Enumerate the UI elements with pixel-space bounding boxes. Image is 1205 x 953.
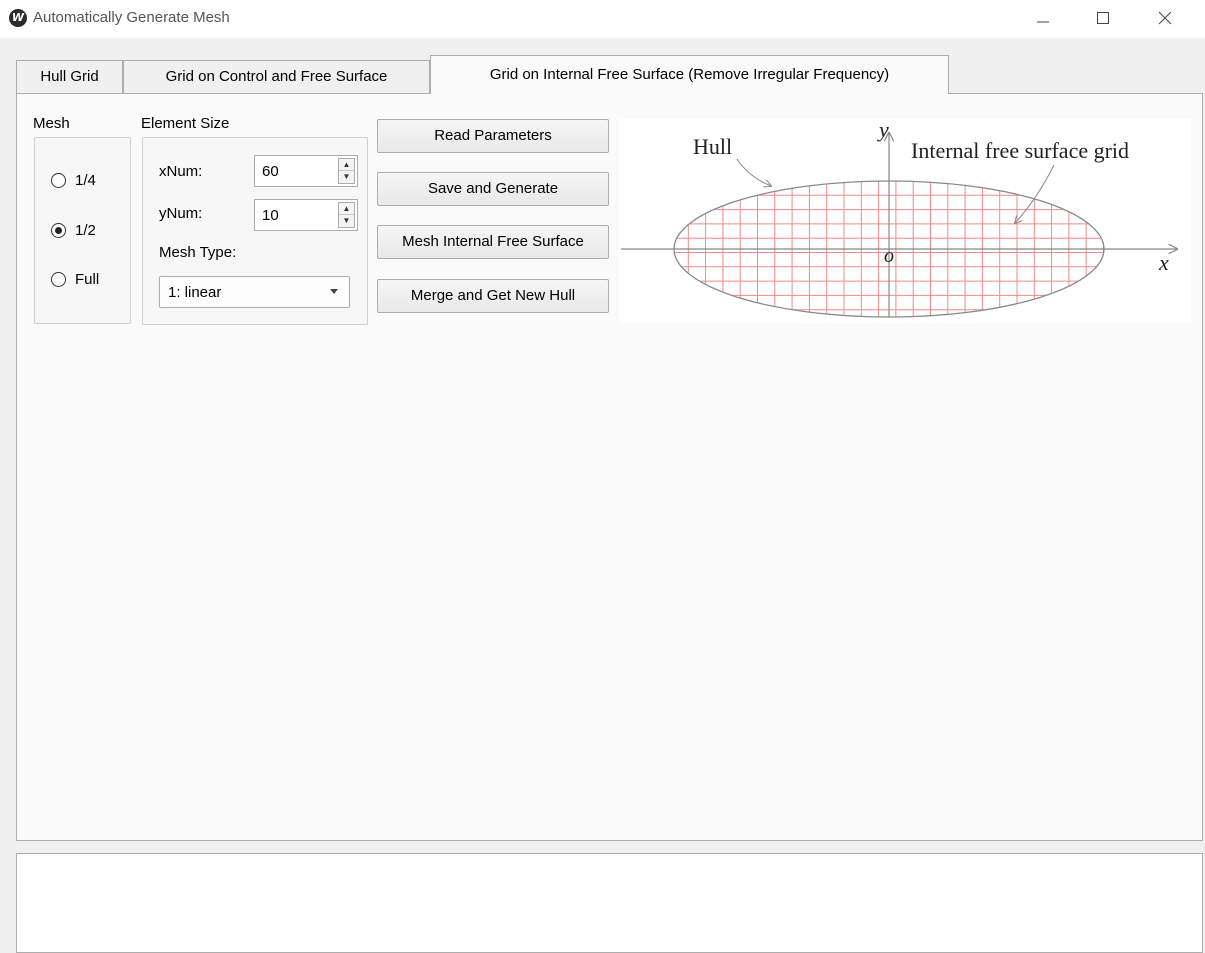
tab-grid-control-free-surface[interactable]: Grid on Control and Free Surface — [123, 60, 430, 93]
window-title: Automatically Generate Mesh — [33, 9, 230, 26]
origin-label: o — [884, 245, 894, 267]
radio-full[interactable]: Full — [51, 271, 99, 288]
internal-free-surface-diagram: Hull Internal free surface grid x y o — [619, 119, 1191, 323]
radio-button-checked[interactable] — [51, 223, 66, 238]
chevron-down-icon — [330, 289, 338, 294]
tab-hull-grid[interactable]: Hull Grid — [16, 60, 123, 93]
app-window: W Automatically Generate Mesh Hull Grid … — [0, 0, 1205, 953]
hull-label: Hull — [693, 134, 732, 159]
minimize-icon — [1037, 21, 1049, 23]
radio-full-label: Full — [75, 271, 100, 288]
spin-down-icon[interactable]: ▼ — [339, 171, 354, 183]
spin-down-icon[interactable]: ▼ — [339, 215, 354, 227]
close-button[interactable] — [1142, 0, 1188, 36]
grid-label: Internal free surface grid — [911, 138, 1129, 163]
close-icon — [1158, 11, 1172, 25]
radio-button[interactable] — [51, 173, 66, 188]
title-bar: W Automatically Generate Mesh — [0, 0, 1205, 38]
xnum-label: xNum: — [159, 163, 203, 180]
mesh-type-dropdown[interactable]: 1: linear — [159, 276, 350, 308]
tab-grid-internal-free-surface[interactable]: Grid on Internal Free Surface (Remove Ir… — [430, 55, 949, 94]
ynum-spinbox[interactable]: 10 ▲ ▼ — [254, 199, 358, 231]
app-logo-icon: W — [9, 9, 27, 27]
mesh-group-label: Mesh — [33, 115, 70, 132]
mesh-group: 1/4 1/2 Full — [34, 137, 131, 324]
spin-up-icon[interactable]: ▲ — [339, 203, 354, 215]
maximize-button[interactable] — [1080, 0, 1126, 36]
spin-up-icon[interactable]: ▲ — [339, 159, 354, 171]
save-and-generate-button[interactable]: Save and Generate — [377, 172, 609, 206]
radio-button[interactable] — [51, 272, 66, 287]
y-axis-label: y — [877, 119, 889, 142]
radio-half[interactable]: 1/2 — [51, 222, 96, 239]
mesh-internal-free-surface-button[interactable]: Mesh Internal Free Surface — [377, 225, 609, 259]
ynum-label: yNum: — [159, 205, 203, 222]
log-output-panel[interactable] — [16, 853, 1203, 953]
radio-half-label: 1/2 — [75, 222, 96, 239]
xnum-spinbox[interactable]: 60 ▲ ▼ — [254, 155, 358, 187]
tab-content-panel: Mesh 1/4 1/2 Full Element Size xNum: 60 … — [16, 93, 1203, 841]
ynum-value: 10 — [262, 207, 279, 224]
xnum-value: 60 — [262, 163, 279, 180]
read-parameters-button[interactable]: Read Parameters — [377, 119, 609, 153]
xnum-stepper[interactable]: ▲ ▼ — [338, 158, 355, 184]
x-axis-label: x — [1158, 250, 1169, 275]
element-size-group: xNum: 60 ▲ ▼ yNum: 10 ▲ ▼ Mesh Type: 1: … — [142, 137, 368, 325]
maximize-icon — [1097, 12, 1109, 24]
hull-pointer-arrow — [736, 158, 771, 186]
merge-new-hull-button[interactable]: Merge and Get New Hull — [377, 279, 609, 313]
ynum-stepper[interactable]: ▲ ▼ — [338, 202, 355, 228]
radio-quarter-label: 1/4 — [75, 172, 96, 189]
minimize-button[interactable] — [1020, 0, 1066, 36]
mesh-type-label: Mesh Type: — [159, 244, 237, 261]
radio-quarter[interactable]: 1/4 — [51, 172, 96, 189]
mesh-type-value: 1: linear — [168, 284, 222, 301]
element-size-group-label: Element Size — [141, 115, 230, 132]
